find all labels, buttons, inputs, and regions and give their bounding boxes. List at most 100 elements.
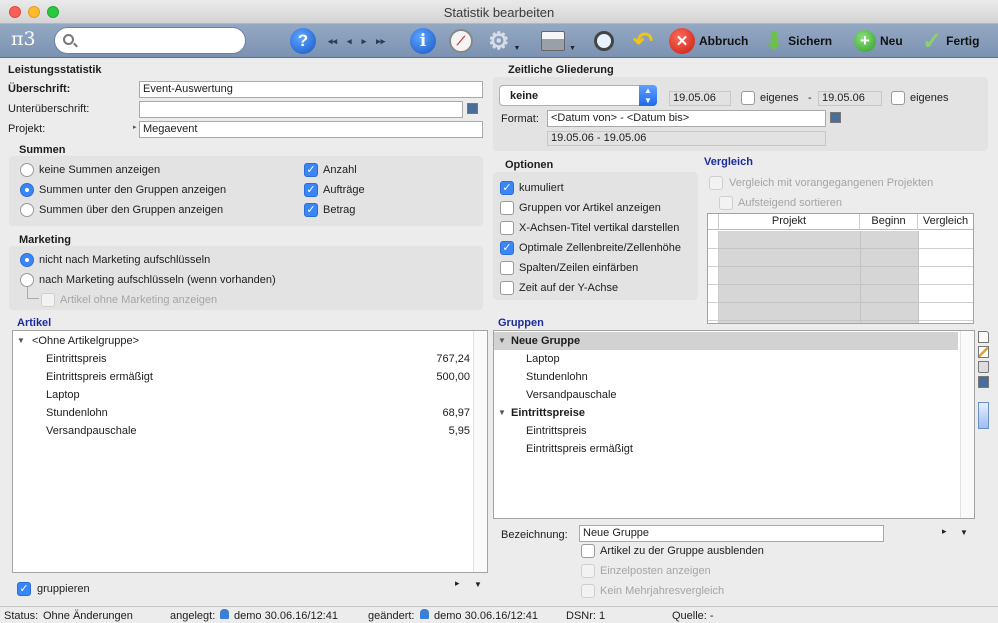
person-icon — [220, 609, 231, 621]
print-small-icon[interactable] — [978, 376, 989, 388]
trash-icon[interactable] — [978, 361, 989, 373]
projekt-input[interactable]: Megaevent — [139, 121, 483, 138]
help-button[interactable]: ? — [290, 27, 316, 55]
artikel-item-name: Eintrittspreis ermäßigt — [46, 371, 153, 383]
vergleich-table[interactable]: Projekt Beginn Vergleich — [707, 213, 974, 324]
unterueberschrift-label: Unterüberschrift: — [8, 103, 90, 115]
summen-unter-label: Summen unter den Gruppen anzeigen — [39, 184, 227, 196]
checkbox-anzahl[interactable]: ✓ — [304, 163, 318, 177]
checkbox-vergleich-projekte[interactable] — [709, 176, 723, 190]
next-record-icon[interactable]: ▸ — [362, 36, 367, 47]
date-separator: - — [808, 92, 812, 104]
radio-aufschluesseln[interactable] — [20, 273, 34, 287]
gruppen-menu-chevron-icon[interactable]: ▼ — [960, 528, 968, 537]
checkbox-mehrjahresvergleich[interactable] — [581, 584, 595, 598]
checkbox-gruppen-vor-artikel[interactable] — [500, 201, 514, 215]
checkbox-eigenes-from[interactable] — [741, 91, 755, 105]
checkbox-artikel-ausblenden[interactable] — [581, 544, 595, 558]
checkbox-auftraege[interactable]: ✓ — [304, 183, 318, 197]
sort-arrows-icon[interactable] — [978, 402, 989, 429]
format-preview: 19.05.06 - 19.05.06 — [547, 131, 826, 146]
list-item[interactable]: Versandpauschale 5,95 — [13, 422, 487, 440]
projekt-arrow-icon[interactable]: ▸ — [133, 123, 137, 131]
neu-button[interactable]: + Neu — [854, 27, 903, 55]
artikel-list[interactable]: ▼ <Ohne Artikelgruppe> Eintrittspreis 76… — [12, 330, 488, 573]
list-group-row[interactable]: ▼ <Ohne Artikelgruppe> — [13, 332, 487, 350]
radio-nicht-aufschluesseln[interactable] — [20, 253, 34, 267]
gruppen-list[interactable]: ▼ Neue Gruppe Laptop Stundenlohn Versand… — [493, 330, 975, 519]
print-button[interactable]: ▼ — [541, 27, 576, 55]
clock-button[interactable]: ⟋ — [449, 27, 473, 55]
date-to-field[interactable]: 19.05.06 — [818, 91, 882, 106]
list-group-row[interactable]: ▼ Eintrittspreise — [494, 404, 974, 422]
checkbox-zeit-y-achse[interactable] — [500, 281, 514, 295]
list-group-row[interactable]: ▼ Neue Gruppe — [494, 332, 958, 350]
gruppen-next-icon[interactable]: ▸ — [942, 526, 947, 537]
undo-button[interactable]: ↶ — [633, 27, 653, 55]
col-vergleich[interactable]: Vergleich — [918, 214, 973, 230]
checkbox-x-achsen-titel[interactable] — [500, 221, 514, 235]
list-item[interactable]: Eintrittspreis ermäßigt — [494, 440, 974, 458]
ueberschrift-label: Überschrift: — [8, 83, 71, 95]
marketing-heading: Marketing — [19, 234, 71, 246]
sichern-button[interactable]: ⬇ Sichern — [764, 27, 832, 55]
list-item[interactable]: Stundenlohn — [494, 368, 974, 386]
preview-button[interactable] — [594, 27, 614, 55]
option-label: Optimale Zellenbreite/Zellenhöhe — [519, 242, 682, 254]
artikel-item-name: Versandpauschale — [46, 425, 137, 437]
col-projekt[interactable]: Projekt — [718, 214, 860, 230]
col-beginn[interactable]: Beginn — [860, 214, 918, 230]
radio-keine-summen[interactable] — [20, 163, 34, 177]
checkbox-eigenes-to[interactable] — [891, 91, 905, 105]
list-item[interactable]: Versandpauschale — [494, 386, 974, 404]
first-record-icon[interactable]: ◂◂ — [328, 36, 337, 47]
disclosure-triangle-icon[interactable]: ▼ — [17, 332, 25, 350]
checkbox-gruppieren[interactable]: ✓ — [17, 582, 31, 596]
last-record-icon[interactable]: ▸▸ — [376, 36, 385, 47]
title-bar: Statistik bearbeiten — [0, 0, 998, 24]
list-item[interactable]: Eintrittspreis — [494, 422, 974, 440]
previous-record-icon[interactable]: ◂ — [347, 36, 352, 47]
format-label: Format: — [501, 113, 539, 125]
checkbox-aufsteigend[interactable] — [719, 196, 733, 210]
disclosure-triangle-icon[interactable]: ▼ — [498, 404, 506, 422]
abbruch-button[interactable]: ✕ Abbruch — [669, 27, 748, 55]
date-from-field[interactable]: 19.05.06 — [669, 91, 731, 106]
list-item[interactable]: Eintrittspreis ermäßigt 500,00 — [13, 368, 487, 386]
format-input[interactable]: <Datum von> - <Datum bis> — [547, 110, 826, 127]
artikel-item-name: Laptop — [46, 389, 80, 401]
radio-summen-ueber[interactable] — [20, 203, 34, 217]
disclosure-triangle-icon[interactable]: ▼ — [498, 332, 506, 350]
checkbox-kumuliert[interactable]: ✓ — [500, 181, 514, 195]
checkbox-betrag[interactable]: ✓ — [304, 203, 318, 217]
list-item[interactable]: Laptop — [494, 350, 974, 368]
window-title: Statistik bearbeiten — [443, 5, 555, 20]
status-label: Status: — [4, 610, 39, 622]
edit-pencil-icon[interactable] — [978, 346, 989, 358]
vergleich-projekte-label: Vergleich mit vorangegangenen Projekten — [729, 177, 934, 189]
settings-button[interactable]: ⚙ ▼ — [488, 27, 520, 55]
fertig-label: Fertig — [946, 34, 980, 48]
format-editor-icon[interactable] — [830, 112, 841, 123]
fertig-button[interactable]: ✓ Fertig — [922, 27, 979, 55]
unterueberschrift-input[interactable] — [139, 101, 463, 118]
checkbox-einzelposten[interactable] — [581, 564, 595, 578]
checkbox-optimale-zellen[interactable]: ✓ — [500, 241, 514, 255]
checkmark-icon: ✓ — [922, 27, 943, 55]
zeit-select[interactable]: keine ▲ ▼ — [499, 85, 657, 106]
radio-summen-unter[interactable] — [20, 183, 34, 197]
checkbox-ohne-marketing[interactable] — [41, 293, 55, 307]
ueberschrift-input[interactable]: Event-Auswertung — [139, 81, 483, 98]
plus-icon: + — [854, 30, 876, 52]
info-button[interactable]: i — [410, 27, 436, 55]
text-editor-icon[interactable] — [467, 103, 478, 114]
list-item[interactable]: Laptop — [13, 386, 487, 404]
new-document-icon[interactable] — [978, 331, 989, 343]
list-item[interactable]: Eintrittspreis 767,24 — [13, 350, 487, 368]
artikel-next-icon[interactable]: ▸ — [455, 578, 460, 589]
checkbox-einfaerben[interactable] — [500, 261, 514, 275]
search-field[interactable] — [54, 27, 246, 54]
list-item[interactable]: Stundenlohn 68,97 — [13, 404, 487, 422]
artikel-menu-chevron-icon[interactable]: ▼ — [474, 580, 482, 589]
bezeichnung-input[interactable]: Neue Gruppe — [579, 525, 884, 542]
